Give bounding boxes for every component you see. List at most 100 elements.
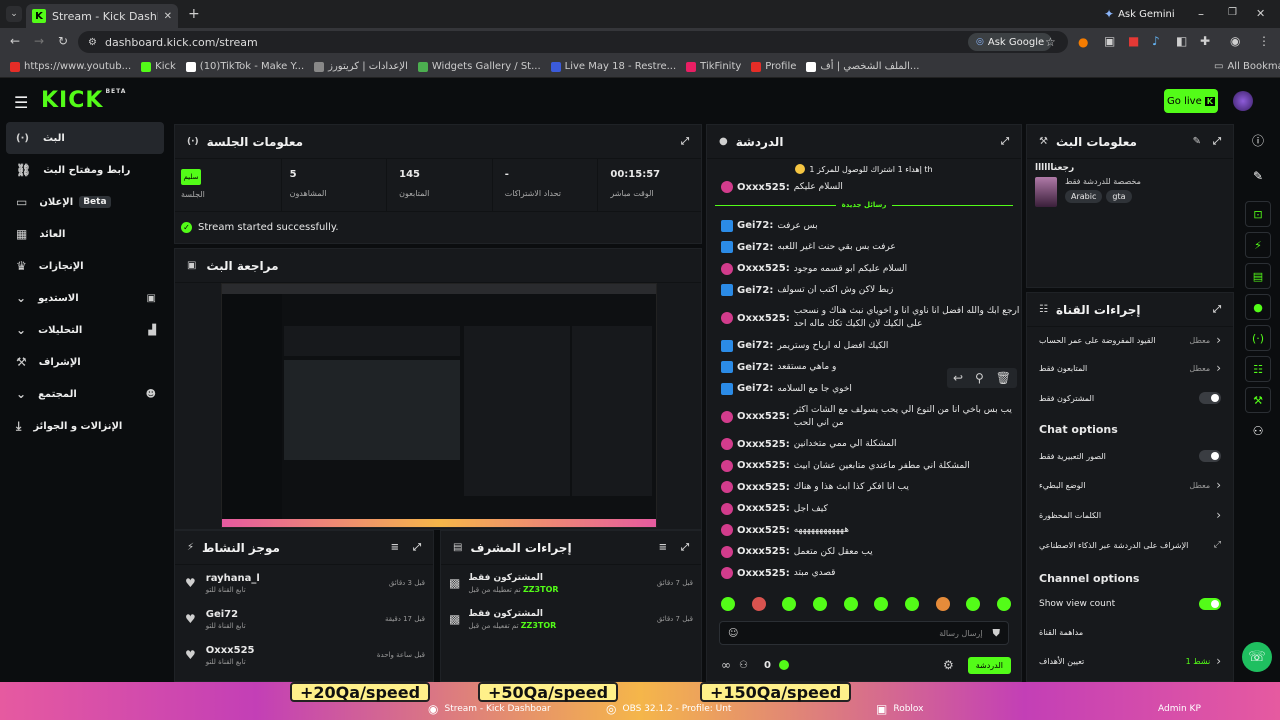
reply-icon[interactable]: ↩: [953, 371, 963, 385]
category-thumbnail[interactable]: [1035, 177, 1057, 207]
chat-message[interactable]: Gei72: زبط لاكن وش اكتب ان تسولف: [707, 280, 1021, 302]
emote-icon[interactable]: [843, 597, 858, 611]
goals-row[interactable]: تعيين الأهداف نشط 1 ›: [1027, 647, 1233, 675]
ai-moderation-row[interactable]: الإشراف على الدردشة عبر الذكاء الاصطناعي…: [1027, 530, 1233, 560]
sidebar-item-revenue[interactable]: ▦ العائد: [0, 218, 170, 250]
edit-pencil-icon[interactable]: ✎: [1193, 136, 1201, 147]
forward-icon[interactable]: →: [34, 34, 44, 48]
rail-users-icon[interactable]: ⚇: [1240, 418, 1276, 444]
tag-pill[interactable]: gta: [1106, 190, 1132, 203]
bookmark-star-icon[interactable]: ☆: [1045, 35, 1056, 49]
chat-message[interactable]: Oxxx525: يب بس باخي انا من النوع الي يحب …: [707, 400, 1021, 434]
user-avatar[interactable]: [1233, 91, 1253, 111]
sidebar-item-achievements[interactable]: ♛ الإنجازات: [0, 250, 170, 282]
pin-icon[interactable]: ⚲: [975, 371, 984, 385]
sidebar-item-studio[interactable]: ⌄ الاستديو ▣: [0, 282, 170, 314]
new-tab-icon[interactable]: +: [188, 6, 200, 22]
go-live-button[interactable]: Go live K: [1164, 89, 1218, 113]
site-info-icon[interactable]: ⚙: [88, 37, 97, 48]
chat-input[interactable]: ☺ إرسال رسالة ⛊: [719, 621, 1009, 645]
chat-message[interactable]: Oxxx525: يب معقل لكن متعمل: [707, 541, 1021, 563]
chat-username[interactable]: Oxxx525:: [737, 182, 790, 193]
chat-username[interactable]: Gei72:: [737, 285, 773, 296]
sidebar-item-drops[interactable]: ⤓ الإنزالات و الجوائز: [0, 410, 170, 442]
profile-avatar-icon[interactable]: ◉: [1230, 34, 1240, 48]
taskbar-user[interactable]: Admin KP: [1158, 698, 1201, 720]
chat-message[interactable]: Oxxx525: المشكلة الي ممي متخدانين: [707, 434, 1021, 456]
users-icon[interactable]: ⚇: [739, 660, 748, 671]
emote-icon[interactable]: [782, 597, 797, 611]
chat-message[interactable]: Gei72: عرفت بس بقي حنت اغير اللعبه: [707, 237, 1021, 259]
mod-action-user[interactable]: ZZ3TOR: [523, 585, 559, 594]
address-bar[interactable]: ⚙ dashboard.kick.com/stream ◎ Ask Google…: [78, 31, 1068, 53]
chat-username[interactable]: Gei72:: [737, 220, 773, 231]
rail-document-icon[interactable]: ▤: [1245, 263, 1271, 289]
all-bookmarks[interactable]: ▭All Bookmarks: [1214, 61, 1280, 72]
extensions-puzzle-icon[interactable]: ✚: [1200, 34, 1210, 48]
popout-icon[interactable]: ⤢: [1001, 136, 1009, 147]
restore-icon[interactable]: ❐: [1228, 7, 1237, 18]
sidebar-item-stream-key[interactable]: ⛓ رابط ومفتاح البث: [0, 154, 170, 186]
tag-pill[interactable]: Arabic: [1065, 190, 1103, 203]
filter-icon[interactable]: ≡: [659, 542, 667, 553]
minimize-icon[interactable]: –: [1198, 7, 1204, 21]
close-window-icon[interactable]: ✕: [1256, 7, 1265, 20]
popout-icon[interactable]: ⤢: [1213, 136, 1221, 147]
followers-only-row[interactable]: المتابعون فقط معطل ›: [1027, 353, 1233, 383]
banned-words-row[interactable]: الكلمات المحظورة ›: [1027, 500, 1233, 530]
subs-only-toggle[interactable]: [1199, 392, 1221, 404]
raid-row[interactable]: مداهمة القناة: [1027, 617, 1233, 647]
chat-message[interactable]: Oxxx525: يب انا افكر كذا ابث هذا و هناك: [707, 477, 1021, 499]
extension-orange-icon[interactable]: ●: [1078, 35, 1088, 49]
browser-tab-kick-dashboard[interactable]: K Stream - Kick Dashboard ✕: [26, 4, 178, 28]
emote-icon[interactable]: [904, 597, 919, 611]
emote-icon[interactable]: [812, 597, 827, 611]
browser-menu-icon[interactable]: ⋮: [1258, 34, 1270, 48]
taskbar-app-roblox[interactable]: ▣ Roblox: [876, 698, 923, 720]
infinity-icon[interactable]: ∞: [721, 658, 731, 672]
emote-icon[interactable]: [996, 597, 1011, 611]
chat-username[interactable]: Oxxx525:: [737, 546, 790, 557]
slow-mode-row[interactable]: الوضع البطيء معطل ›: [1027, 470, 1233, 500]
bookmark-item[interactable]: الملف الشخصي | أف...: [806, 61, 919, 72]
pinned-message[interactable]: Oxxx525: السلام عليكم: [707, 179, 1021, 195]
popout-icon[interactable]: ⤢: [681, 136, 689, 147]
sidebar-item-ads[interactable]: ▭ الإعلان Beta: [0, 186, 170, 218]
chat-message[interactable]: Gei72: بس عرفت: [707, 215, 1021, 237]
chat-username[interactable]: Gei72:: [737, 340, 773, 351]
filter-icon[interactable]: ≡: [391, 542, 399, 553]
bookmark-item[interactable]: Kick: [141, 61, 176, 72]
emote-icon[interactable]: [966, 597, 981, 611]
chat-message[interactable]: Oxxx525: قصدي مبتد: [707, 563, 1021, 585]
account-age-row[interactable]: القيود المفروضة على عمر الحساب معطل ›: [1027, 327, 1233, 353]
emote-icon[interactable]: [935, 597, 950, 611]
chat-message[interactable]: Oxxx525: المشكلة اني مطفر ماعندي متابعين …: [707, 455, 1021, 477]
close-tab-icon[interactable]: ✕: [164, 11, 172, 22]
chat-message[interactable]: Oxxx525: ههههههههههههه: [707, 520, 1021, 542]
pencil-icon[interactable]: ✎: [1240, 156, 1276, 196]
tab-list-icon[interactable]: ⌄: [6, 6, 22, 22]
sidebar-item-analytics[interactable]: ⌄ التحليلات ▟: [0, 314, 170, 346]
bookmark-item[interactable]: https://www.youtub...: [10, 61, 131, 72]
popout-icon[interactable]: ⤢: [413, 542, 421, 553]
bookmark-item[interactable]: Profile: [751, 61, 796, 72]
taskbar-app-obs[interactable]: ◎ OBS 32.1.2 - Profile: Unt: [606, 698, 731, 720]
back-icon[interactable]: ←: [10, 34, 20, 48]
hamburger-menu-icon[interactable]: ☰: [14, 93, 28, 112]
chat-username[interactable]: Oxxx525:: [737, 503, 790, 514]
kick-logo[interactable]: KICK BETA: [41, 88, 126, 113]
extension-audio-icon[interactable]: ♪: [1152, 34, 1160, 48]
extension-red-icon[interactable]: ■: [1128, 34, 1139, 48]
rail-list-icon[interactable]: ☷: [1245, 356, 1271, 382]
popout-icon[interactable]: ⤢: [1213, 304, 1221, 315]
rail-lightning-icon[interactable]: ⚡: [1245, 232, 1271, 258]
bookmark-item[interactable]: Live May 18 - Restre...: [550, 61, 676, 72]
chat-send-button[interactable]: الدردشة: [967, 656, 1011, 674]
popout-icon[interactable]: ⤢: [681, 542, 689, 553]
taskbar-app-chrome[interactable]: ◉ Stream - Kick Dashboar: [428, 698, 551, 720]
chat-username[interactable]: Gei72:: [737, 383, 773, 394]
extension-square-icon[interactable]: ▣: [1104, 34, 1115, 48]
rail-chat-icon[interactable]: ●: [1245, 294, 1271, 320]
extension-blue-icon[interactable]: ◧: [1176, 34, 1187, 48]
show-view-count-toggle[interactable]: [1199, 598, 1221, 610]
